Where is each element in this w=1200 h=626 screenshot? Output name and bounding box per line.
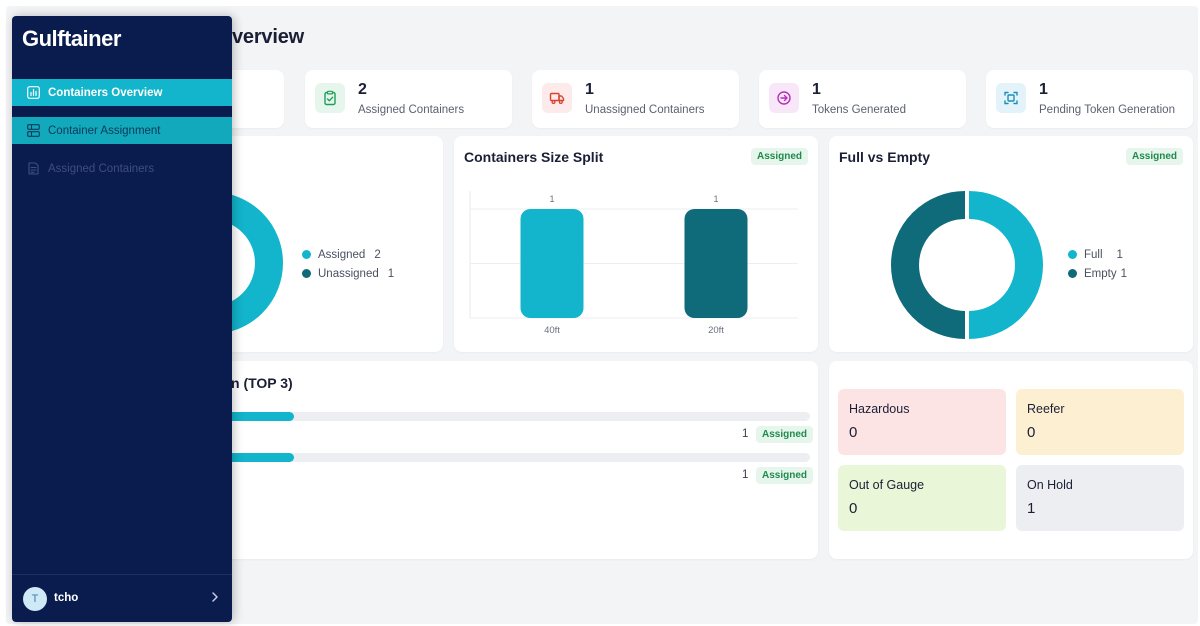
brand-logo[interactable]: Gulftainer [22, 26, 121, 52]
document-icon [26, 162, 40, 176]
sidebar-item-label: Containers Overview [48, 86, 163, 99]
stat-card-pending: 1 Pending Token Generation [986, 70, 1193, 128]
full-empty-legend: Full 1 Empty 1 [1068, 245, 1127, 283]
legend-label: Unassigned [318, 267, 379, 280]
rank-count: 1 [742, 469, 749, 481]
stat-label: Pending Token Generation [1039, 104, 1175, 116]
top3-panel: n (TOP 3) 1 Assigned 1 Assigned [188, 361, 818, 559]
arrow-circle-icon [769, 83, 799, 113]
stat-value: 1 [812, 81, 821, 98]
x-tick-label: 40ft [544, 325, 560, 336]
legend-value: 1 [1120, 267, 1127, 280]
status-badge: Assigned [756, 426, 814, 443]
bar-value-label: 1 [549, 194, 554, 204]
legend-dot [1068, 250, 1077, 259]
progress-track [188, 453, 810, 462]
size-split-panel: Containers Size Split Assigned 1 40ft 1 20f… [454, 136, 818, 352]
stat-card-tokens: 1 Tokens Generated [759, 70, 966, 128]
grid-icon [26, 124, 40, 138]
user-name: tcho [54, 592, 79, 604]
category-label: Reefer [1027, 402, 1065, 416]
user-menu[interactable]: T tcho [12, 574, 232, 622]
bar-40ft [520, 209, 584, 318]
panel-title: n (TOP 3) [231, 375, 293, 391]
rank-count: 1 [742, 428, 749, 440]
category-label: Hazardous [849, 402, 910, 416]
status-badge: Assigned [756, 467, 814, 484]
stat-label: Tokens Generated [812, 104, 906, 116]
stat-label: Unassigned Containers [585, 104, 705, 116]
sidebar: Gulftainer Containers Overview Container… [12, 16, 232, 622]
progress-track [188, 412, 810, 421]
stat-card-assigned: 2 Assigned Containers [305, 70, 512, 128]
clipboard-check-icon [315, 83, 345, 113]
page-title: verview [232, 26, 304, 48]
stat-card-unassigned: 1 Unassigned Containers [532, 70, 739, 128]
legend-label: Full [1084, 248, 1103, 261]
legend-item: Unassigned 1 [302, 264, 394, 283]
sidebar-item-containers-overview[interactable]: Containers Overview [12, 79, 232, 106]
legend-value: 1 [387, 267, 395, 280]
size-split-chart: 1 40ft 1 20ft [469, 191, 798, 336]
legend-label: Assigned [318, 248, 366, 261]
category-label: On Hold [1027, 478, 1073, 492]
legend-dot [1068, 269, 1077, 278]
avatar: T [23, 587, 47, 611]
legend-label: Empty [1084, 267, 1117, 280]
stat-value: 1 [1039, 81, 1048, 98]
sidebar-item-container-assignment[interactable]: Container Assignment [12, 117, 232, 144]
category-tile-on-hold[interactable]: On Hold 1 [1016, 465, 1184, 531]
assignment-legend: Assigned 2 Unassigned 1 [302, 245, 394, 283]
full-empty-panel: Full vs Empty Assigned Full 1 Empty 1 [829, 136, 1193, 352]
category-value: 0 [849, 500, 858, 517]
legend-item: Empty 1 [1068, 264, 1127, 283]
bar-chart-icon [26, 86, 40, 100]
donut-slice-full [968, 191, 1043, 339]
sidebar-item-label: Assigned Containers [48, 162, 155, 175]
bar-value-label: 1 [713, 194, 718, 204]
category-tile-out-of-gauge[interactable]: Out of Gauge 0 [838, 465, 1006, 531]
category-value: 0 [1027, 424, 1036, 441]
legend-value: 2 [374, 248, 381, 261]
sidebar-item-assigned-containers[interactable]: Assigned Containers [12, 155, 232, 182]
category-label: Out of Gauge [849, 478, 925, 492]
legend-item: Full 1 [1068, 245, 1127, 264]
legend-value: 1 [1116, 248, 1123, 261]
legend-dot [302, 269, 311, 278]
stat-value: 2 [358, 81, 367, 98]
x-tick-label: 20ft [708, 325, 724, 336]
full-empty-donut [891, 191, 1043, 339]
category-tile-hazardous[interactable]: Hazardous 0 [838, 389, 1006, 455]
truck-icon [542, 83, 572, 113]
sidebar-item-label: Container Assignment [48, 124, 161, 137]
legend-item: Assigned 2 [302, 245, 394, 264]
scan-icon [996, 83, 1026, 113]
categories-panel: Hazardous 0 Reefer 0 Out of Gauge 0 On H… [829, 361, 1193, 559]
legend-dot [302, 250, 311, 259]
bar-20ft [684, 209, 748, 318]
donut-slice-empty [891, 191, 966, 339]
category-value: 1 [1027, 500, 1036, 517]
category-tile-reefer[interactable]: Reefer 0 [1016, 389, 1184, 455]
category-value: 0 [849, 424, 858, 441]
stat-label: Assigned Containers [358, 104, 465, 116]
stat-value: 1 [585, 81, 594, 98]
chevron-right-icon[interactable] [210, 590, 220, 609]
